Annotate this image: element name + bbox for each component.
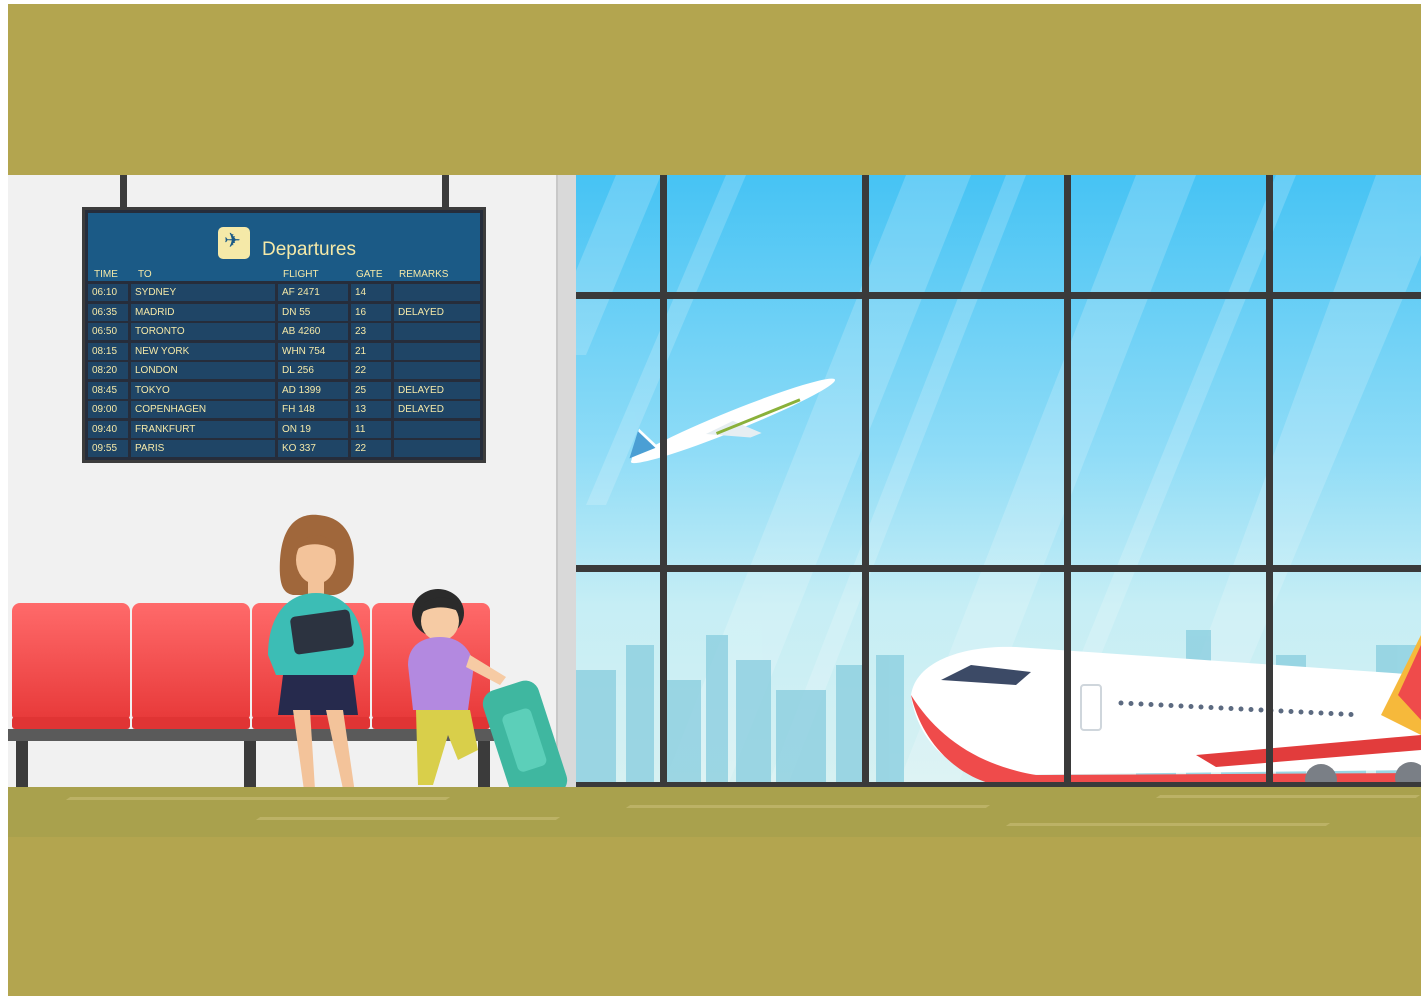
departure-cell-time: 06:10 <box>88 284 128 301</box>
departure-cell-gate: 16 <box>351 303 391 321</box>
departure-cell-flight: FH 148 <box>278 401 348 418</box>
departure-cell-flight: AF 2471 <box>278 284 348 301</box>
departure-cell-flight: AD 1399 <box>278 381 348 399</box>
parked-airliner <box>911 635 1421 790</box>
departure-cell-remarks: DELAYED <box>394 401 480 418</box>
departure-cell-remarks <box>394 362 480 379</box>
waiting-seat <box>12 603 130 719</box>
column-header-time: TIME <box>94 269 118 280</box>
terminal-window <box>576 175 1421 790</box>
departure-cell-to: MADRID <box>131 303 275 321</box>
departure-cell-gate: 22 <box>351 440 391 457</box>
departure-cell-remarks <box>394 342 480 360</box>
departure-row: 09:00 COPENHAGEN FH 148 13 DELAYED <box>88 401 480 419</box>
departure-cell-remarks: DELAYED <box>394 303 480 321</box>
departure-cell-gate: 13 <box>351 401 391 418</box>
departure-row: 06:35 MADRID DN 55 16 DELAYED <box>88 303 480 322</box>
column-header-gate: GATE <box>356 269 383 280</box>
seat-cushion <box>12 717 130 729</box>
illustration-frame: ✈ Departures TIME TO FLIGHT GATE REMARKS… <box>8 4 1421 996</box>
departure-cell-gate: 25 <box>351 381 391 399</box>
departure-cell-to: COPENHAGEN <box>131 401 275 418</box>
departure-row: 08:20 LONDON DL 256 22 <box>88 362 480 380</box>
waiting-seat <box>132 603 250 719</box>
passengers <box>268 514 568 814</box>
plane-departure-icon: ✈ <box>218 227 250 259</box>
departure-cell-remarks <box>394 284 480 301</box>
departure-cell-remarks <box>394 440 480 457</box>
airport-waiting-hall: ✈ Departures TIME TO FLIGHT GATE REMARKS… <box>8 175 1421 837</box>
departure-cell-remarks <box>394 323 480 340</box>
departure-cell-to: TORONTO <box>131 323 275 340</box>
departure-cell-gate: 21 <box>351 342 391 360</box>
floor <box>8 787 1421 837</box>
board-title: Departures <box>262 239 356 260</box>
column-header-to: TO <box>138 269 152 280</box>
departure-cell-flight: KO 337 <box>278 440 348 457</box>
departure-cell-time: 09:00 <box>88 401 128 418</box>
departure-cell-gate: 14 <box>351 284 391 301</box>
board-hanger <box>120 175 127 209</box>
departure-cell-time: 06:50 <box>88 323 128 340</box>
departure-cell-time: 09:55 <box>88 440 128 457</box>
board-hanger <box>442 175 449 209</box>
departure-cell-time: 08:20 <box>88 362 128 379</box>
departure-cell-remarks: DELAYED <box>394 381 480 399</box>
column-header-remarks: REMARKS <box>399 269 449 280</box>
departure-cell-to: PARIS <box>131 440 275 457</box>
departure-cell-flight: DL 256 <box>278 362 348 379</box>
departure-row: 06:10 SYDNEY AF 2471 14 <box>88 284 480 302</box>
departure-cell-to: TOKYO <box>131 381 275 399</box>
departures-board: ✈ Departures TIME TO FLIGHT GATE REMARKS… <box>82 207 486 463</box>
departure-cell-to: FRANKFURT <box>131 420 275 438</box>
departure-cell-flight: ON 19 <box>278 420 348 438</box>
column-header-flight: FLIGHT <box>283 269 319 280</box>
departure-cell-gate: 22 <box>351 362 391 379</box>
departure-row: 06:50 TORONTO AB 4260 23 <box>88 323 480 341</box>
departure-cell-time: 08:45 <box>88 381 128 399</box>
departure-row: 08:15 NEW YORK WHN 754 21 <box>88 342 480 361</box>
departure-cell-time: 08:15 <box>88 342 128 360</box>
departure-row: 08:45 TOKYO AD 1399 25 DELAYED <box>88 381 480 400</box>
departure-row: 09:55 PARIS KO 337 22 <box>88 440 480 458</box>
departure-cell-time: 06:35 <box>88 303 128 321</box>
window-view <box>576 175 1421 790</box>
departure-cell-remarks <box>394 420 480 438</box>
woman-with-tablet <box>268 514 364 814</box>
departure-row: 09:40 FRANKFURT ON 19 11 <box>88 420 480 439</box>
departure-cell-flight: WHN 754 <box>278 342 348 360</box>
seat-cushion <box>132 717 250 729</box>
departure-cell-flight: AB 4260 <box>278 323 348 340</box>
departure-cell-to: SYDNEY <box>131 284 275 301</box>
board-header: ✈ Departures TIME TO FLIGHT GATE REMARKS <box>88 213 480 281</box>
departure-cell-flight: DN 55 <box>278 303 348 321</box>
departure-cell-gate: 23 <box>351 323 391 340</box>
departure-cell-gate: 11 <box>351 420 391 438</box>
departure-cell-to: LONDON <box>131 362 275 379</box>
departure-cell-time: 09:40 <box>88 420 128 438</box>
departure-cell-to: NEW YORK <box>131 342 275 360</box>
